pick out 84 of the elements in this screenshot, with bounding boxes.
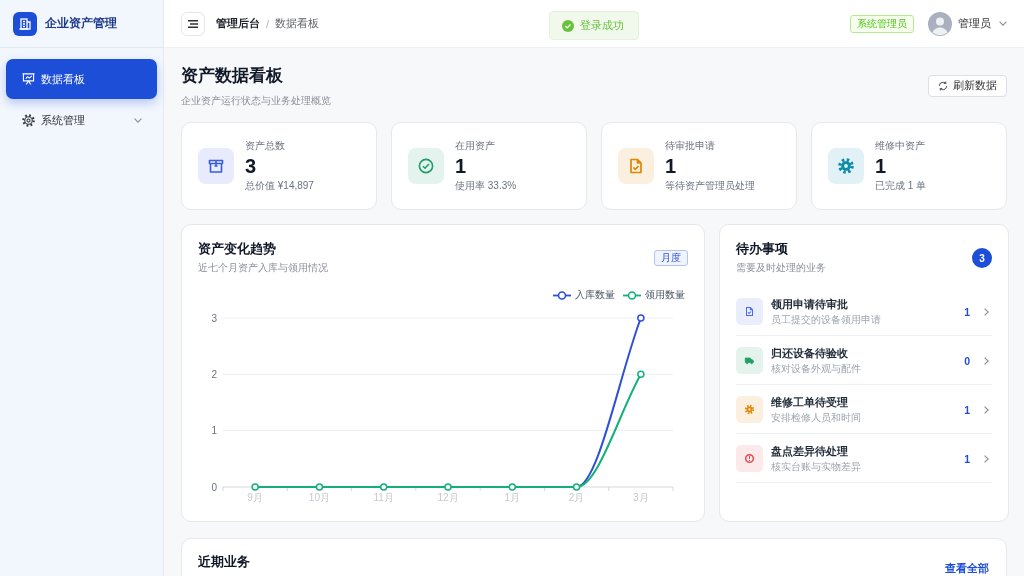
data-point: [315, 483, 324, 491]
data-point: [379, 483, 388, 491]
data-point: [251, 483, 259, 491]
stat-value: 1: [665, 154, 678, 178]
line-marker-icon: [623, 290, 641, 300]
user-name[interactable]: 管理员: [958, 16, 991, 31]
data-point: [637, 370, 645, 379]
menu-button[interactable]: [181, 11, 205, 36]
todo-item[interactable]: 归还设备待验收 核对设备外观与配件 0: [736, 336, 992, 385]
todo-description: 安排检修人员和时间: [771, 411, 862, 424]
document-check-icon: [618, 148, 654, 184]
legend-label: 领用数量: [645, 288, 685, 302]
todo-count: 1: [964, 452, 970, 465]
data-point: [444, 483, 452, 491]
chevron-down-icon[interactable]: [999, 21, 1007, 26]
card-title: 资产变化趋势: [198, 241, 277, 257]
gear-icon: [22, 113, 35, 127]
stat-label: 待审批申请: [665, 139, 716, 153]
chevron-right-icon[interactable]: [984, 356, 989, 365]
building-icon: [13, 11, 37, 36]
card-title: 近期业务: [198, 554, 250, 570]
breadcrumb-current: 数据看板: [275, 16, 320, 31]
menu-icon: [188, 19, 198, 28]
stat-label: 在用资产: [455, 139, 496, 153]
todo-count: 0: [964, 354, 970, 367]
role-tag: 系统管理员: [850, 14, 914, 33]
app-title: 企业资产管理: [45, 15, 117, 32]
breadcrumb-separator: /: [266, 17, 270, 30]
todo-description: 核对设备外观与配件: [771, 362, 862, 375]
count-badge: 3: [972, 248, 992, 268]
page-subtitle: 企业资产运行状态与业务处理概览: [181, 94, 331, 108]
line-marker-icon: [553, 290, 571, 300]
stat-note: 使用率 33.3%: [455, 179, 517, 193]
view-all-link[interactable]: 查看全部: [945, 562, 989, 575]
todo-item[interactable]: 维修工单待受理 安排检修人员和时间 1: [736, 385, 992, 434]
toast-message: 登录成功: [580, 18, 624, 33]
axis-label: 2: [211, 368, 217, 380]
todo-description: 核实台账与实物差异: [771, 460, 862, 473]
period-tag: 月度: [654, 250, 688, 266]
truck-icon: [736, 347, 763, 374]
sidebar-item[interactable]: 系统管理: [6, 100, 157, 140]
stat-value: 3: [245, 154, 258, 178]
chevron-right-icon[interactable]: [984, 405, 989, 414]
data-point: [508, 483, 517, 491]
todo-title: 领用申请待审批: [771, 297, 849, 311]
chevron-right-icon[interactable]: [984, 307, 989, 316]
todo-count: 1: [964, 403, 970, 416]
document-check-icon: [736, 298, 763, 325]
package-icon: [198, 148, 234, 184]
avatar[interactable]: [928, 11, 952, 36]
todo-description: 员工提交的设备领用申请: [771, 313, 882, 326]
card-subtitle: 近七个月资产入库与领用情况: [198, 261, 328, 275]
card-subtitle: 需要及时处理的业务: [736, 261, 826, 275]
todo-title: 维修工单待受理: [771, 395, 849, 409]
refresh-icon: [938, 81, 948, 91]
breadcrumb-link[interactable]: 管理后台: [216, 16, 260, 31]
data-point: [637, 314, 645, 322]
stat-value: 1: [875, 154, 888, 178]
chevron-right-icon[interactable]: [984, 454, 989, 463]
stat-note: 等待资产管理员处理: [665, 179, 755, 193]
check-circle-icon: [562, 19, 574, 32]
stat-label: 资产总数: [245, 139, 286, 153]
chevron-down-icon[interactable]: [134, 117, 142, 123]
data-point: [572, 483, 581, 491]
todo-item[interactable]: 领用申请待审批 员工提交的设备领用申请 1: [736, 287, 992, 336]
stat-note: 已完成 1 单: [875, 179, 927, 193]
sidebar-item[interactable]: 数据看板: [6, 59, 157, 99]
stat-note: 总价值 ¥14,897: [245, 179, 314, 193]
legend-label: 入库数量: [575, 288, 615, 302]
todo-count: 1: [964, 305, 970, 318]
stat-value: 1: [455, 154, 468, 178]
presentation-board-icon: [22, 73, 35, 85]
axis-label: 1: [211, 425, 217, 437]
axis-label: 3: [211, 312, 217, 324]
gear-icon: [736, 396, 763, 423]
refresh-button[interactable]: 刷新数据: [928, 75, 1007, 97]
gear-icon: [828, 148, 864, 184]
card-title: 待办事项: [736, 241, 789, 257]
todo-title: 归还设备待验收: [771, 346, 849, 360]
page-title: 资产数据看板: [181, 65, 284, 87]
todo-item[interactable]: 盘点差异待处理 核实台账与实物差异 1: [736, 434, 992, 483]
stat-label: 维修中资产: [875, 139, 926, 153]
todo-title: 盘点差异待处理: [771, 444, 849, 458]
axis-label: 0: [211, 481, 217, 493]
